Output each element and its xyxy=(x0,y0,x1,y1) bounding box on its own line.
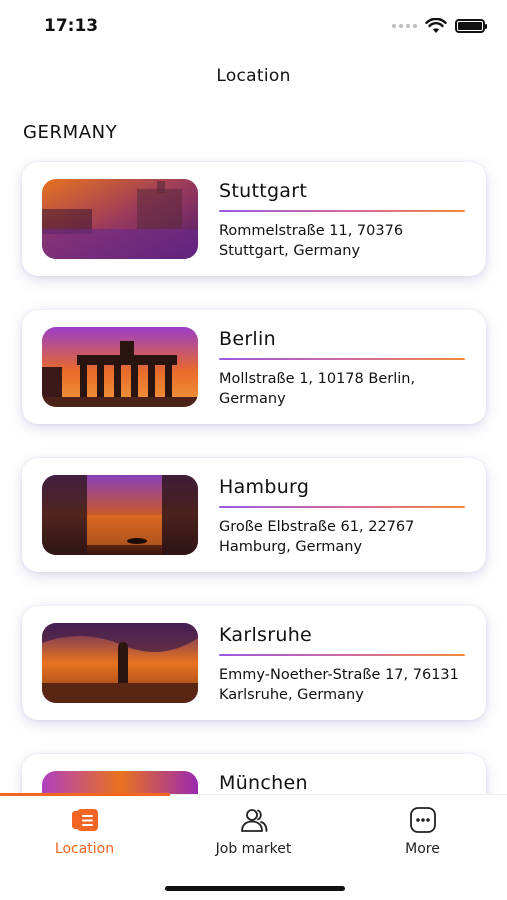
location-city: München xyxy=(219,772,308,794)
tab-label: Location xyxy=(54,841,115,857)
location-city: Berlin xyxy=(219,328,276,350)
gradient-divider xyxy=(219,210,465,212)
more-icon xyxy=(409,807,436,833)
location-address: Große Elbstraße 61, 22767 Hamburg, Germa… xyxy=(219,519,415,555)
location-image xyxy=(42,327,198,407)
gradient-divider xyxy=(219,358,465,360)
tab-label: More xyxy=(405,841,440,857)
location-address: Mollstraße 1, 10178 Berlin, Germany xyxy=(219,371,416,407)
status-bar: 17:13 xyxy=(0,0,507,52)
tab-bar: Location Job market More xyxy=(0,793,507,900)
location-image xyxy=(42,623,198,703)
location-city: Stuttgart xyxy=(219,180,308,202)
location-list[interactable]: Stuttgart Rommelstraße 11, 70376 Stuttga… xyxy=(0,150,507,794)
gradient-divider xyxy=(219,506,465,508)
location-city: Hamburg xyxy=(219,476,310,498)
location-card-stuttgart[interactable]: Stuttgart Rommelstraße 11, 70376 Stuttga… xyxy=(22,162,486,276)
location-address: Emmy-Noether-Straße 17, 76131 Karlsruhe,… xyxy=(219,667,459,703)
tab-more[interactable]: More xyxy=(338,805,507,857)
people-icon xyxy=(240,809,267,832)
location-image xyxy=(42,771,198,794)
wifi-icon xyxy=(425,18,447,33)
location-card-hamburg[interactable]: Hamburg Große Elbstraße 61, 22767 Hambur… xyxy=(22,458,486,572)
location-city: Karlsruhe xyxy=(219,624,313,646)
location-list-icon xyxy=(71,809,98,831)
status-time: 17:13 xyxy=(44,16,99,36)
battery-icon xyxy=(455,19,487,33)
page-title: Location xyxy=(216,66,291,86)
location-image xyxy=(42,475,198,555)
tab-location[interactable]: Location xyxy=(0,805,169,857)
section-title: GERMANY xyxy=(23,122,118,143)
location-card-munchen[interactable]: München xyxy=(22,754,486,794)
location-card-karlsruhe[interactable]: Karlsruhe Emmy-Noether-Straße 17, 76131 … xyxy=(22,606,486,720)
tab-job-market[interactable]: Job market xyxy=(169,805,338,857)
active-tab-indicator xyxy=(0,793,170,796)
home-indicator[interactable] xyxy=(165,886,345,891)
gradient-divider xyxy=(219,654,465,656)
location-address: Rommelstraße 11, 70376 Stuttgart, German… xyxy=(219,223,404,259)
location-image xyxy=(42,179,198,259)
signal-icon xyxy=(392,24,417,28)
location-card-berlin[interactable]: Berlin Mollstraße 1, 10178 Berlin, Germa… xyxy=(22,310,486,424)
tab-label: Job market xyxy=(215,841,292,857)
status-icons xyxy=(392,18,487,34)
